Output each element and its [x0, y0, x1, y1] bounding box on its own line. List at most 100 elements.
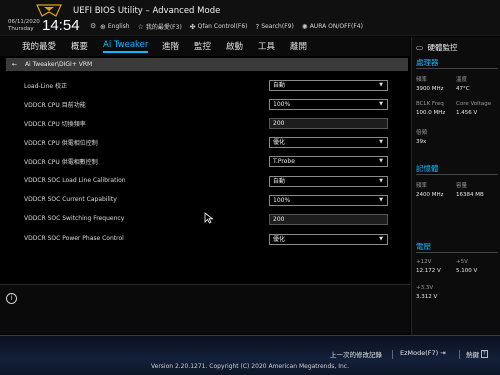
soc-power-phase-control-select[interactable]: 優化 ▼ [269, 234, 388, 245]
search-button[interactable]: ? Search(F9) [256, 22, 294, 31]
monitor-title: ▭ 硬體監控 [416, 42, 457, 53]
favorites-button[interactable]: ☆ 我的最愛(F3) [137, 22, 182, 32]
setting-label: VDDCR CPU 目前功能 [24, 102, 86, 109]
voltage-section: 電壓 [416, 241, 498, 256]
info-icon: i [6, 293, 17, 304]
tab-exit[interactable]: 離開 [290, 40, 307, 52]
tab-boot[interactable]: 啟動 [226, 40, 243, 52]
setting-label: VDDCR SOC Switching Frequency [24, 215, 125, 222]
clock-settings-icon[interactable]: ⚙ [90, 22, 96, 30]
voltage-12v: +12V 12.172 V [416, 259, 441, 274]
stat-value: 100.0 MHz [416, 110, 446, 116]
tab-monitor[interactable]: 監控 [194, 40, 211, 52]
tab-tool[interactable]: 工具 [258, 40, 275, 52]
section-title: 電壓 [416, 241, 498, 253]
stat-label: 容量 [456, 183, 468, 189]
chevron-down-icon: ▼ [379, 178, 383, 184]
chevron-down-icon: ▼ [379, 101, 383, 107]
aura-icon: ✺ [301, 22, 308, 31]
chevron-down-icon: ▼ [379, 139, 383, 145]
stat-value: 2400 MHz [416, 192, 444, 198]
footer-separator [392, 350, 393, 359]
cpu-current-capability-select[interactable]: 100% ▼ [269, 99, 388, 110]
search-label: Search(F9) [261, 23, 294, 30]
date-display: 06/11/2020 Thursday [8, 19, 40, 33]
globe-icon: ⊕ [100, 22, 106, 31]
setting-label: Load-Line 校正 [24, 83, 67, 90]
stat-label: 倍頻 [416, 130, 428, 136]
section-title: 記憶體 [416, 163, 498, 175]
version-text: Version 2.20.1271. Copyright (C) 2020 Am… [150, 363, 350, 370]
setting-label: VDDCR SOC Power Phase Control [24, 235, 124, 242]
setting-row: Load-Line 校正 自動 ▼ [24, 80, 388, 92]
tab-favorites[interactable]: 我的最愛 [22, 40, 56, 52]
hotkeys-button[interactable]: 熱鍵 ? [466, 349, 488, 359]
stat-value: 39x [416, 139, 427, 145]
qfan-control-button[interactable]: ✤ Qfan Control(F6) [190, 22, 248, 31]
ezmode-label: EzMode(F7) [400, 349, 439, 357]
load-line-select[interactable]: 自動 ▼ [269, 80, 388, 91]
cpu-switching-frequency-input[interactable]: 200 [269, 118, 388, 129]
setting-label: VDDCR SOC Load Line Calibration [24, 177, 126, 184]
tab-advanced[interactable]: 進階 [162, 40, 179, 52]
tab-overview[interactable]: 概要 [71, 40, 88, 52]
cpu-phase-control-select[interactable]: 優化 ▼ [269, 137, 388, 148]
ezmode-button[interactable]: EzMode(F7) ⇥ [400, 349, 446, 357]
setting-label: VDDCR SOC Current Capability [24, 196, 117, 203]
stat-label: BCLK Freq [416, 101, 444, 107]
date-text: 06/11/2020 [8, 19, 40, 25]
exit-arrow-icon: ⇥ [440, 349, 446, 357]
stat-value: 12.172 V [416, 268, 441, 274]
select-value: T.Probe [273, 158, 295, 165]
stat-value: 16384 MB [456, 192, 484, 198]
select-value: 自動 [273, 178, 286, 185]
stat-label: +12V [416, 259, 432, 265]
tuf-logo-icon [36, 4, 62, 17]
back-arrow-icon[interactable]: ← [12, 61, 17, 68]
chevron-down-icon: ▼ [379, 197, 383, 203]
chevron-down-icon: ▼ [379, 236, 383, 242]
stat-label: 頻率 [416, 77, 428, 83]
hotkeys-label: 熱鍵 [466, 351, 479, 359]
stat-value: 47°C [456, 86, 470, 92]
setting-row: VDDCR SOC Current Capability 100% ▼ [24, 195, 388, 207]
language-button[interactable]: ⊕ English [100, 22, 130, 31]
section-title: 處理器 [416, 57, 498, 69]
last-modified-label: 上一次的修改記錄 [330, 351, 382, 359]
footer-divider-line [0, 335, 500, 336]
tab-ai-tweaker[interactable]: Ai Tweaker [103, 40, 149, 53]
soc-switching-frequency-input[interactable]: 200 [269, 214, 388, 225]
soc-load-line-select[interactable]: 自動 ▼ [269, 176, 388, 187]
stat-value: 3900 MHz [416, 86, 444, 92]
select-value: 優化 [273, 139, 286, 146]
setting-label: VDDCR CPU 供電相數控制 [24, 159, 98, 166]
settings-panel: Load-Line 校正 自動 ▼ VDDCR CPU 目前功能 100% ▼ … [0, 72, 410, 282]
setting-row: VDDCR CPU 切換頻率 200 [24, 118, 388, 130]
setting-row: VDDCR CPU 目前功能 100% ▼ [24, 99, 388, 111]
star-icon: ☆ [137, 22, 144, 31]
bclk-frequency: BCLK Freq 100.0 MHz [416, 101, 445, 116]
soc-current-capability-select[interactable]: 100% ▼ [269, 195, 388, 206]
qfan-control-label: Qfan Control(F6) [197, 23, 248, 30]
hardware-monitor-panel: ▭ 硬體監控 處理器 頻率 3900 MHz 溫度 47°C BCLK Freq… [411, 37, 500, 335]
aura-label: AURA ON/OFF(F4) [309, 23, 363, 30]
aura-toggle-button[interactable]: ✺ AURA ON/OFF(F4) [302, 22, 363, 31]
chevron-down-icon: ▼ [379, 82, 383, 88]
setting-label: VDDCR CPU 切換頻率 [24, 121, 86, 128]
stat-value: 3.312 V [416, 294, 438, 300]
memory-capacity: 容量 16384 MB [456, 181, 484, 198]
breadcrumb[interactable]: ← Ai Tweaker\DIGI+ VRM [6, 58, 408, 71]
core-voltage: Core Voltage 1.456 V [456, 101, 491, 116]
cpu-phase-count-control-select[interactable]: T.Probe ▼ [269, 156, 388, 167]
hotkey-icon: ? [481, 350, 488, 358]
mouse-cursor-icon [204, 212, 214, 224]
cpu-frequency: 頻率 3900 MHz [416, 75, 444, 92]
input-value: 200 [273, 120, 285, 127]
memory-frequency: 頻率 2400 MHz [416, 181, 444, 198]
stat-label: +3.3V [416, 285, 434, 291]
last-modified-button[interactable]: 上一次的修改記錄 [330, 349, 382, 359]
question-icon: ? [255, 22, 260, 31]
clock-display: 14:54 [42, 17, 80, 34]
select-value: 100% [273, 101, 291, 108]
voltage-3v3: +3.3V 3.312 V [416, 285, 437, 300]
